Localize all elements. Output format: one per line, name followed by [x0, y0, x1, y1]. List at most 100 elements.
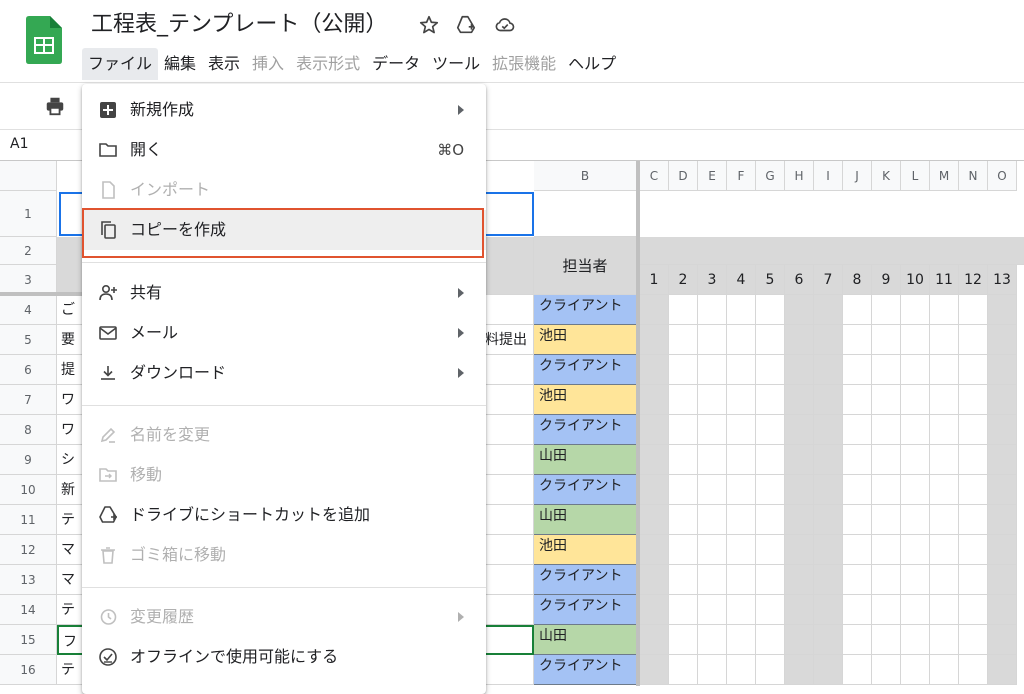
document-title[interactable]: 工程表_テンプレート（公開）: [91, 10, 387, 40]
gantt-cell[interactable]: [872, 595, 901, 625]
gantt-cell[interactable]: [698, 385, 727, 415]
gantt-cell[interactable]: [930, 595, 959, 625]
gantt-cell[interactable]: [698, 565, 727, 595]
frozen-row-divider[interactable]: [0, 292, 82, 296]
gantt-cell[interactable]: [930, 475, 959, 505]
gantt-cell[interactable]: [988, 535, 1017, 565]
gantt-cell[interactable]: [698, 355, 727, 385]
gantt-cell[interactable]: [843, 625, 872, 655]
gantt-cell[interactable]: [669, 505, 698, 535]
gantt-cell[interactable]: [872, 505, 901, 535]
row-header[interactable]: 9: [0, 445, 57, 475]
menu-item-new[interactable]: 新規作成: [82, 90, 486, 130]
gantt-cell[interactable]: [640, 505, 669, 535]
gantt-cell[interactable]: [727, 355, 756, 385]
row-header[interactable]: 13: [0, 565, 57, 595]
gantt-cell[interactable]: [698, 325, 727, 355]
assignee-cell[interactable]: クライアント: [534, 475, 637, 505]
gantt-cell[interactable]: [814, 355, 843, 385]
gantt-cell[interactable]: [640, 325, 669, 355]
gantt-day-number[interactable]: 5: [756, 265, 785, 295]
gantt-cell[interactable]: [930, 445, 959, 475]
star-icon[interactable]: [418, 14, 440, 36]
assignee-cell[interactable]: 池田: [534, 325, 637, 355]
menu-data[interactable]: データ: [366, 48, 426, 80]
menu-help[interactable]: ヘルプ: [562, 48, 622, 80]
gantt-cell[interactable]: [843, 565, 872, 595]
gantt-cell[interactable]: [988, 475, 1017, 505]
gantt-cell[interactable]: [930, 625, 959, 655]
row-header[interactable]: 12: [0, 535, 57, 565]
assignee-cell[interactable]: クライアント: [534, 295, 637, 325]
gantt-cell[interactable]: [669, 385, 698, 415]
frozen-column-divider[interactable]: [636, 161, 640, 686]
gantt-cell[interactable]: [901, 385, 930, 415]
gantt-cell[interactable]: [785, 295, 814, 325]
row-header[interactable]: 8: [0, 415, 57, 445]
gantt-cell[interactable]: [756, 655, 785, 685]
gantt-cell[interactable]: [843, 655, 872, 685]
menu-tools[interactable]: ツール: [426, 48, 486, 80]
menu-file[interactable]: ファイル: [82, 48, 159, 80]
gantt-cell[interactable]: [727, 295, 756, 325]
gantt-cell[interactable]: [901, 655, 930, 685]
gantt-cell[interactable]: [959, 295, 988, 325]
gantt-cell[interactable]: [640, 355, 669, 385]
gantt-cell[interactable]: [901, 595, 930, 625]
gantt-cell[interactable]: [727, 625, 756, 655]
row-header[interactable]: 16: [0, 655, 57, 685]
gantt-cell[interactable]: [959, 445, 988, 475]
gantt-cell[interactable]: [901, 625, 930, 655]
column-header[interactable]: C: [640, 161, 669, 191]
row-header[interactable]: 3: [0, 265, 57, 295]
column-header[interactable]: O: [988, 161, 1017, 191]
menu-format[interactable]: 表示形式: [290, 48, 366, 80]
gantt-cell[interactable]: [756, 295, 785, 325]
menu-edit[interactable]: 編集: [158, 48, 202, 80]
gantt-cell[interactable]: [669, 475, 698, 505]
gantt-cell[interactable]: [843, 505, 872, 535]
gantt-cell[interactable]: [640, 445, 669, 475]
gantt-cell[interactable]: [959, 655, 988, 685]
assignee-header[interactable]: 担当者: [534, 237, 637, 295]
gantt-cell[interactable]: [785, 385, 814, 415]
gantt-cell[interactable]: [640, 415, 669, 445]
gantt-day-number[interactable]: 2: [669, 265, 698, 295]
gantt-cell[interactable]: [669, 595, 698, 625]
gantt-cell[interactable]: [756, 475, 785, 505]
gantt-cell[interactable]: [959, 355, 988, 385]
menu-item-trash[interactable]: ゴミ箱に移動: [82, 535, 486, 575]
row-header[interactable]: 5: [0, 325, 57, 355]
gantt-cell[interactable]: [843, 535, 872, 565]
gantt-cell[interactable]: [727, 325, 756, 355]
gantt-cell[interactable]: [843, 475, 872, 505]
gantt-cell[interactable]: [901, 295, 930, 325]
gantt-cell[interactable]: [988, 355, 1017, 385]
assignee-cell[interactable]: クライアント: [534, 355, 637, 385]
gantt-cell[interactable]: [814, 385, 843, 415]
gantt-cell[interactable]: [872, 445, 901, 475]
row-header[interactable]: 4: [0, 295, 57, 325]
gantt-cell[interactable]: [872, 325, 901, 355]
menu-item-offline[interactable]: オフラインで使用可能にする: [82, 637, 486, 677]
google-sheets-logo-icon[interactable]: [26, 16, 62, 64]
gantt-cell[interactable]: [814, 595, 843, 625]
menu-item-add-shortcut[interactable]: ドライブにショートカットを追加: [82, 495, 486, 535]
gantt-cell[interactable]: [669, 655, 698, 685]
gantt-cell[interactable]: [698, 475, 727, 505]
gantt-cell[interactable]: [669, 295, 698, 325]
gantt-cell[interactable]: [727, 565, 756, 595]
gantt-cell[interactable]: [930, 505, 959, 535]
gantt-cell[interactable]: [814, 415, 843, 445]
gantt-cell[interactable]: [640, 535, 669, 565]
gantt-cell[interactable]: [785, 535, 814, 565]
gantt-cell[interactable]: [843, 325, 872, 355]
print-icon[interactable]: [44, 95, 66, 117]
gantt-cell[interactable]: [698, 625, 727, 655]
gantt-cell[interactable]: [785, 595, 814, 625]
gantt-cell[interactable]: [785, 415, 814, 445]
gantt-cell[interactable]: [843, 295, 872, 325]
gantt-cell[interactable]: [785, 475, 814, 505]
row-header[interactable]: 1: [0, 191, 57, 237]
gantt-cell[interactable]: [785, 445, 814, 475]
